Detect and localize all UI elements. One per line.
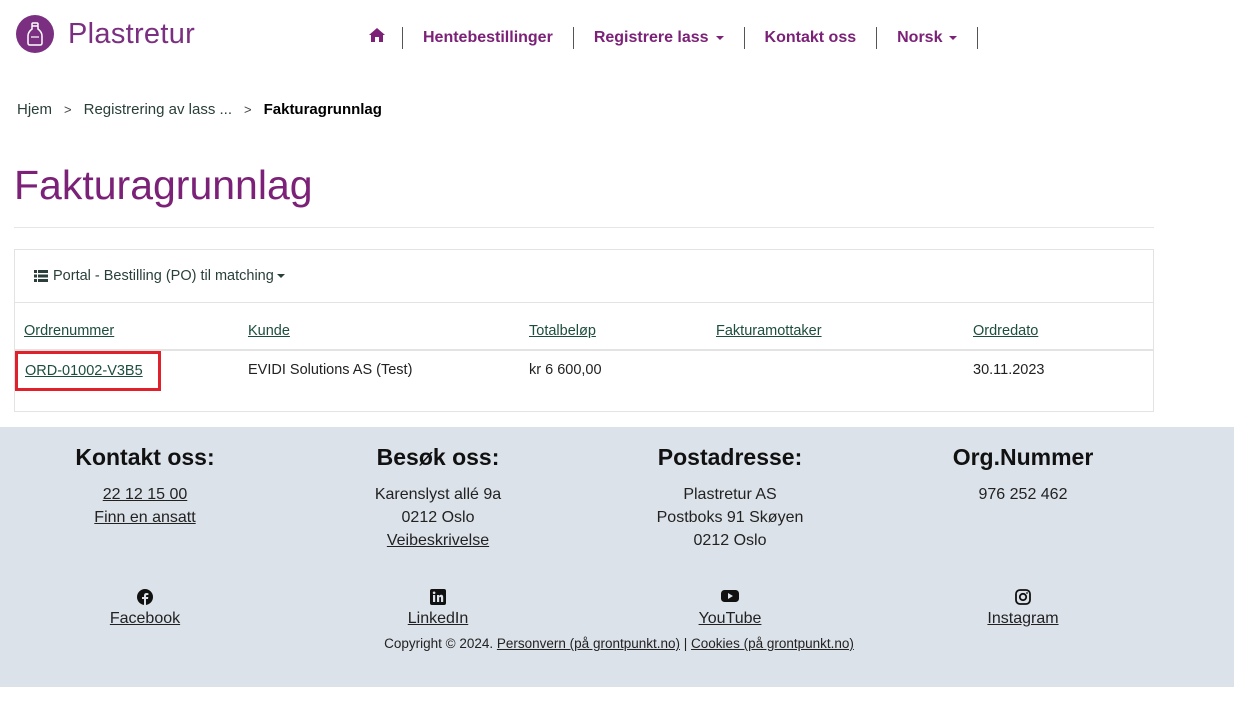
date-cell: 30.11.2023 (973, 362, 1045, 378)
main-nav: Hentebestillinger Registrere lass Kontak… (360, 26, 979, 50)
bottle-logo-icon (16, 15, 54, 53)
social-facebook: Facebook (0, 589, 295, 628)
breadcrumb-registrering[interactable]: Registrering av lass ... (84, 101, 232, 118)
footer-post-title: Postadresse: (657, 444, 803, 470)
home-icon (368, 27, 386, 50)
nav-kontakt-oss[interactable]: Kontakt oss (745, 27, 878, 49)
social-linkedin: LinkedIn (288, 589, 588, 628)
phone-link[interactable]: 22 12 15 00 (103, 486, 188, 503)
post-line: 0212 Oslo (693, 532, 767, 549)
column-ordrenummer[interactable]: Ordrenummer (24, 323, 114, 339)
footer-contact: Kontakt oss: 22 12 15 00 Finn en ansatt (0, 427, 295, 529)
org-number: 976 252 462 (978, 486, 1068, 503)
facebook-link[interactable]: Facebook (110, 610, 180, 627)
brand-name: Plastretur (68, 17, 196, 50)
footer: Kontakt oss: 22 12 15 00 Finn en ansatt … (0, 427, 1234, 687)
visit-street: Karenslyst allé 9a (374, 486, 502, 503)
youtube-link[interactable]: YouTube (699, 610, 762, 627)
caret-down-icon (715, 36, 724, 40)
nav-label: Norsk (897, 29, 943, 46)
breadcrumb-separator: > (64, 102, 72, 117)
column-kunde[interactable]: Kunde (248, 323, 290, 339)
order-number-link[interactable]: ORD-01002-V3B5 (15, 351, 161, 391)
column-fakturamottaker[interactable]: Fakturamottaker (716, 323, 822, 339)
social-youtube: YouTube (580, 589, 880, 628)
table-header: Ordrenummer Kunde Totalbeløp Fakturamott… (15, 321, 1153, 351)
nav-label: Registrere lass (593, 29, 709, 46)
cookies-link[interactable]: Cookies (på grontpunkt.no) (691, 636, 854, 651)
nav-language[interactable]: Norsk (877, 27, 979, 49)
divider (14, 227, 1154, 228)
breadcrumb-current: Fakturagrunnlag (263, 101, 382, 118)
visit-city: 0212 Oslo (401, 509, 475, 526)
column-totalbelop[interactable]: Totalbeløp (529, 323, 596, 339)
footer-org: Org.Nummer 976 252 462 (873, 427, 1173, 506)
nav-hentebestillinger[interactable]: Hentebestillinger (403, 27, 574, 49)
youtube-icon (580, 589, 880, 607)
instagram-link[interactable]: Instagram (987, 610, 1058, 627)
post-line: Postboks 91 Skøyen (656, 509, 804, 526)
nav-home[interactable] (360, 27, 403, 49)
footer-org-title: Org.Nummer (952, 444, 1094, 470)
copyright-divider: | (683, 636, 688, 651)
instagram-icon (873, 589, 1173, 607)
copyright-text: Copyright © 2024. (384, 636, 494, 651)
breadcrumb-separator: > (244, 102, 252, 117)
breadcrumb-home[interactable]: Hjem (17, 101, 52, 118)
table-row: ORD-01002-V3B5 EVIDI Solutions AS (Test)… (15, 351, 1153, 391)
footer-post: Postadresse: Plastretur AS Postboks 91 S… (580, 427, 880, 552)
facebook-icon (0, 589, 295, 607)
copyright: Copyright © 2024. Personvern (på grontpu… (0, 636, 1234, 651)
nav-registrere-lass[interactable]: Registrere lass (574, 27, 745, 49)
list-icon (34, 270, 48, 282)
total-cell: kr 6 600,00 (529, 362, 602, 378)
customer-cell: EVIDI Solutions AS (Test) (248, 362, 413, 378)
caret-down-icon (949, 36, 958, 40)
invoice-basis-panel: Portal - Bestilling (PO) til matching Or… (14, 249, 1154, 412)
column-ordredato[interactable]: Ordredato (973, 323, 1038, 339)
privacy-link[interactable]: Personvern (på grontpunkt.no) (497, 636, 680, 651)
view-selector-label: Portal - Bestilling (PO) til matching (53, 268, 274, 284)
linkedin-link[interactable]: LinkedIn (408, 610, 469, 627)
footer-contact-title: Kontakt oss: (75, 444, 215, 470)
nav-label: Kontakt oss (764, 29, 857, 46)
breadcrumb: Hjem > Registrering av lass ... > Faktur… (17, 101, 382, 118)
directions-link[interactable]: Veibeskrivelse (387, 532, 489, 549)
social-instagram: Instagram (873, 589, 1173, 628)
page-title: Fakturagrunnlag (14, 162, 313, 208)
post-line: Plastretur AS (683, 486, 777, 503)
nav-label: Hentebestillinger (423, 29, 553, 46)
footer-visit: Besøk oss: Karenslyst allé 9a 0212 Oslo … (288, 427, 588, 552)
find-employee-link[interactable]: Finn en ansatt (94, 509, 195, 526)
linkedin-icon (288, 589, 588, 607)
view-selector[interactable]: Portal - Bestilling (PO) til matching (15, 250, 1153, 303)
footer-visit-title: Besøk oss: (376, 444, 500, 470)
caret-down-icon (276, 274, 285, 278)
logo[interactable]: Plastretur (16, 15, 195, 53)
